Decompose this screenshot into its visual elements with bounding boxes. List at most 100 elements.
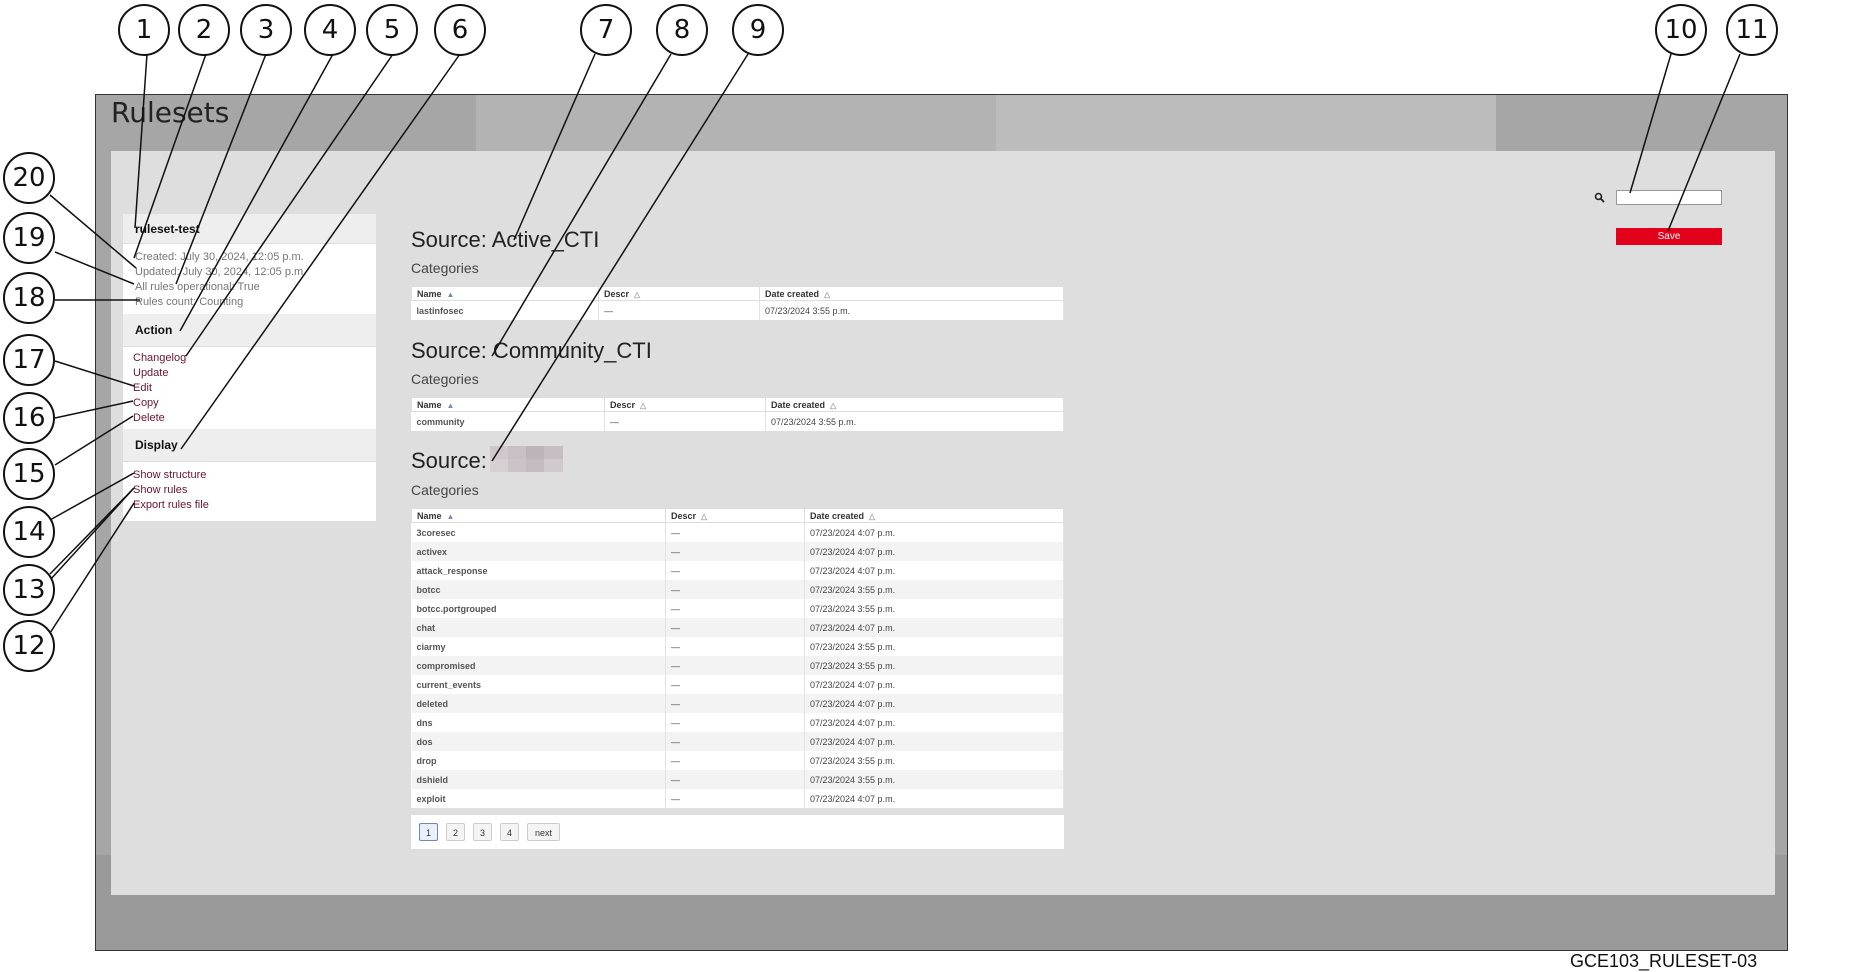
changelog-link[interactable]: Changelog	[133, 352, 186, 364]
row-descr: —	[665, 675, 805, 694]
row-name: drop	[411, 751, 666, 770]
table-row[interactable]: dshield —07/23/2024 3:55 p.m.	[411, 770, 1064, 789]
sort-icon: △	[634, 289, 641, 299]
row-name: compromised	[411, 656, 666, 675]
next-page-button[interactable]: next	[527, 823, 560, 841]
row-name: dns	[411, 713, 666, 732]
row-descr: —	[665, 637, 805, 656]
sort-asc-icon: ▲	[446, 511, 455, 521]
show-rules-link[interactable]: Show rules	[133, 484, 187, 496]
row-descr: —	[665, 713, 805, 732]
row-date: 07/23/2024 3:55 p.m.	[759, 300, 1064, 320]
table-row[interactable]: lastinfosec — 07/23/2024 3:55 p.m.	[411, 300, 1064, 320]
table-row[interactable]: dos —07/23/2024 4:07 p.m.	[411, 732, 1064, 751]
column-header-name[interactable]: Name ▲	[411, 397, 605, 412]
column-header-date[interactable]: Date created △	[759, 286, 1064, 301]
background-shard	[476, 95, 1076, 155]
row-date: 07/23/2024 4:07 p.m.	[804, 789, 1064, 808]
column-header-descr[interactable]: Descr △	[604, 397, 766, 412]
callout-marker: 19	[3, 212, 55, 264]
row-descr: —	[665, 618, 805, 637]
column-header-date[interactable]: Date created △	[765, 397, 1064, 412]
table-row[interactable]: botcc.portgrouped —07/23/2024 3:55 p.m.	[411, 599, 1064, 618]
row-descr: —	[604, 411, 766, 431]
categories-table: Name ▲ Descr △ Date created △ lastinfosec —…	[411, 286, 1064, 320]
table-row[interactable]: current_events —07/23/2024 4:07 p.m.	[411, 675, 1064, 694]
page-3-button[interactable]: 3	[473, 823, 492, 841]
table-row[interactable]: community — 07/23/2024 3:55 p.m.	[411, 411, 1064, 431]
row-name: current_events	[411, 675, 666, 694]
callout-marker: 1	[118, 4, 170, 56]
row-date: 07/23/2024 4:07 p.m.	[804, 675, 1064, 694]
table-row[interactable]: attack_response —07/23/2024 4:07 p.m.	[411, 561, 1064, 580]
show-structure-link[interactable]: Show structure	[133, 469, 206, 481]
search-input[interactable]	[1616, 190, 1722, 205]
table-body: community — 07/23/2024 3:55 p.m.	[411, 411, 1064, 431]
save-button[interactable]: Save	[1616, 228, 1722, 245]
page-2-button[interactable]: 2	[446, 823, 465, 841]
callout-marker: 6	[434, 4, 486, 56]
table-row[interactable]: drop —07/23/2024 3:55 p.m.	[411, 751, 1064, 770]
row-name: exploit	[411, 789, 666, 808]
sort-asc-icon: ▲	[446, 400, 455, 410]
created-date: Created: July 30, 2024, 12:05 p.m.	[135, 251, 304, 263]
row-date: 07/23/2024 3:55 p.m.	[804, 751, 1064, 770]
callout-marker: 10	[1655, 4, 1707, 56]
search-icon[interactable]	[1594, 192, 1605, 203]
callout-marker: 9	[732, 4, 784, 56]
update-link[interactable]: Update	[133, 367, 168, 379]
page-1-button[interactable]: 1	[419, 823, 438, 841]
table-row[interactable]: exploit —07/23/2024 4:07 p.m.	[411, 789, 1064, 808]
row-descr: —	[665, 751, 805, 770]
row-name: community	[411, 411, 605, 431]
column-header-descr[interactable]: Descr △	[598, 286, 760, 301]
row-date: 07/23/2024 4:07 p.m.	[804, 618, 1064, 637]
row-descr: —	[665, 599, 805, 618]
categories-label: Categories	[411, 371, 479, 387]
sort-icon: △	[830, 400, 837, 410]
sort-asc-icon: ▲	[446, 289, 455, 299]
row-date: 07/23/2024 3:55 p.m.	[765, 411, 1064, 431]
callout-marker: 18	[3, 272, 55, 324]
updated-date: Updated: July 30, 2024, 12:05 p.m.	[135, 266, 307, 278]
table-row[interactable]: 3coresec —07/23/2024 4:07 p.m.	[411, 522, 1064, 542]
row-name: 3coresec	[411, 522, 666, 542]
row-descr: —	[665, 770, 805, 789]
page-4-button[interactable]: 4	[500, 823, 519, 841]
row-name: activex	[411, 542, 666, 561]
row-name: dos	[411, 732, 666, 751]
table-row[interactable]: chat —07/23/2024 4:07 p.m.	[411, 618, 1064, 637]
row-name: deleted	[411, 694, 666, 713]
row-descr: —	[665, 522, 805, 542]
callout-marker: 17	[3, 334, 55, 386]
export-rules-file-link[interactable]: Export rules file	[133, 499, 209, 511]
row-name: attack_response	[411, 561, 666, 580]
table-row[interactable]: compromised —07/23/2024 3:55 p.m.	[411, 656, 1064, 675]
table-row[interactable]: botcc —07/23/2024 3:55 p.m.	[411, 580, 1064, 599]
column-header-name[interactable]: Name ▲	[411, 286, 599, 301]
table-row[interactable]: ciarmy —07/23/2024 3:55 p.m.	[411, 637, 1064, 656]
column-header-date[interactable]: Date created △	[804, 508, 1064, 523]
operational-status: All rules operational: True	[135, 281, 260, 293]
row-descr: —	[665, 694, 805, 713]
callout-marker: 11	[1726, 4, 1778, 56]
row-descr: —	[665, 789, 805, 808]
callout-marker: 20	[3, 152, 55, 204]
row-descr: —	[665, 580, 805, 599]
column-header-name[interactable]: Name ▲	[411, 508, 666, 523]
table-row[interactable]: dns —07/23/2024 4:07 p.m.	[411, 713, 1064, 732]
row-name: ciarmy	[411, 637, 666, 656]
source-title: Source:	[411, 448, 487, 473]
table-row[interactable]: activex —07/23/2024 4:07 p.m.	[411, 542, 1064, 561]
copy-link[interactable]: Copy	[133, 397, 159, 409]
callout-marker: 13	[3, 564, 55, 616]
row-descr: —	[665, 542, 805, 561]
delete-link[interactable]: Delete	[133, 412, 165, 424]
callout-marker: 2	[178, 4, 230, 56]
table-row[interactable]: deleted —07/23/2024 4:07 p.m.	[411, 694, 1064, 713]
callout-marker: 4	[304, 4, 356, 56]
callout-marker: 8	[656, 4, 708, 56]
column-header-descr[interactable]: Descr △	[665, 508, 805, 523]
edit-link[interactable]: Edit	[133, 382, 152, 394]
page-title: Rulesets	[111, 96, 230, 129]
